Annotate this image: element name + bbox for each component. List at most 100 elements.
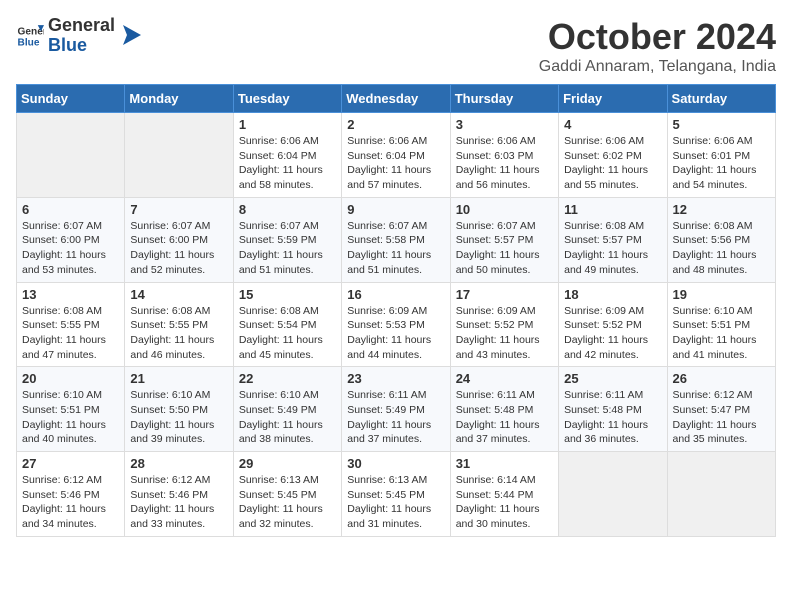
calendar-cell: 1 Sunrise: 6:06 AMSunset: 6:04 PMDaylight… bbox=[233, 113, 341, 198]
arrow-icon bbox=[119, 25, 141, 47]
cell-info: Sunrise: 6:07 AMSunset: 5:58 PMDaylight:… bbox=[347, 219, 444, 278]
calendar-cell: 2Sunrise: 6:06 AMSunset: 6:04 PMDaylight… bbox=[342, 113, 450, 198]
day-number: 29 bbox=[239, 456, 336, 471]
cell-info: Sunrise: 6:10 AMSunset: 5:51 PMDaylight:… bbox=[673, 304, 770, 363]
day-number: 12 bbox=[673, 202, 770, 217]
cell-info: Sunrise: 6:08 AMSunset: 5:57 PMDaylight:… bbox=[564, 219, 661, 278]
calendar-cell bbox=[559, 452, 667, 537]
calendar-week-row: 1 Sunrise: 6:06 AMSunset: 6:04 PMDaylight… bbox=[17, 113, 776, 198]
calendar-cell bbox=[125, 113, 233, 198]
day-number: 1 bbox=[239, 117, 336, 132]
day-number: 25 bbox=[564, 371, 661, 386]
cell-info: Sunrise: 6:07 AMSunset: 6:00 PMDaylight:… bbox=[130, 219, 227, 278]
day-number: 28 bbox=[130, 456, 227, 471]
calendar-week-row: 27 Sunrise: 6:12 AMSunset: 5:46 PMDayligh… bbox=[17, 452, 776, 537]
day-number: 8 bbox=[239, 202, 336, 217]
cell-info: Sunrise: 6:12 AMSunset: 5:46 PMDaylight:… bbox=[130, 473, 227, 532]
cell-info: Sunrise: 6:06 AMSunset: 6:03 PMDaylight:… bbox=[456, 134, 553, 193]
cell-info: Sunrise: 6:06 AMSunset: 6:04 PMDaylight:… bbox=[239, 134, 336, 193]
weekday-header: Wednesday bbox=[342, 85, 450, 113]
calendar-cell: 14 Sunrise: 6:08 AMSunset: 5:55 PMDayligh… bbox=[125, 282, 233, 367]
location-title: Gaddi Annaram, Telangana, India bbox=[539, 58, 776, 76]
day-number: 27 bbox=[22, 456, 119, 471]
calendar-cell: 11 Sunrise: 6:08 AMSunset: 5:57 PMDayligh… bbox=[559, 197, 667, 282]
day-number: 10 bbox=[456, 202, 553, 217]
cell-info: Sunrise: 6:08 AMSunset: 5:55 PMDaylight:… bbox=[130, 304, 227, 363]
cell-info: Sunrise: 6:08 AMSunset: 5:56 PMDaylight:… bbox=[673, 219, 770, 278]
calendar-week-row: 6Sunrise: 6:07 AMSunset: 6:00 PMDaylight… bbox=[17, 197, 776, 282]
month-title: October 2024 bbox=[539, 16, 776, 58]
day-number: 18 bbox=[564, 287, 661, 302]
cell-info: Sunrise: 6:09 AMSunset: 5:52 PMDaylight:… bbox=[456, 304, 553, 363]
day-number: 7 bbox=[130, 202, 227, 217]
calendar-cell: 12 Sunrise: 6:08 AMSunset: 5:56 PMDayligh… bbox=[667, 197, 775, 282]
cell-info: Sunrise: 6:14 AMSunset: 5:44 PMDaylight:… bbox=[456, 473, 553, 532]
calendar-header: SundayMondayTuesdayWednesdayThursdayFrid… bbox=[17, 85, 776, 113]
calendar-week-row: 13 Sunrise: 6:08 AMSunset: 5:55 PMDayligh… bbox=[17, 282, 776, 367]
cell-info: Sunrise: 6:09 AMSunset: 5:52 PMDaylight:… bbox=[564, 304, 661, 363]
weekday-header: Monday bbox=[125, 85, 233, 113]
cell-info: Sunrise: 6:06 AMSunset: 6:01 PMDaylight:… bbox=[673, 134, 770, 193]
cell-info: Sunrise: 6:13 AMSunset: 5:45 PMDaylight:… bbox=[239, 473, 336, 532]
calendar-cell: 19Sunrise: 6:10 AMSunset: 5:51 PMDayligh… bbox=[667, 282, 775, 367]
calendar-cell: 3 Sunrise: 6:06 AMSunset: 6:03 PMDaylight… bbox=[450, 113, 558, 198]
day-number: 26 bbox=[673, 371, 770, 386]
day-number: 24 bbox=[456, 371, 553, 386]
cell-info: Sunrise: 6:10 AMSunset: 5:51 PMDaylight:… bbox=[22, 388, 119, 447]
logo-blue: Blue bbox=[48, 36, 115, 56]
cell-info: Sunrise: 6:11 AMSunset: 5:48 PMDaylight:… bbox=[456, 388, 553, 447]
calendar-cell: 6Sunrise: 6:07 AMSunset: 6:00 PMDaylight… bbox=[17, 197, 125, 282]
calendar-cell bbox=[667, 452, 775, 537]
day-number: 16 bbox=[347, 287, 444, 302]
calendar-cell: 16 Sunrise: 6:09 AMSunset: 5:53 PMDayligh… bbox=[342, 282, 450, 367]
title-area: October 2024 Gaddi Annaram, Telangana, I… bbox=[539, 16, 776, 76]
weekday-header: Friday bbox=[559, 85, 667, 113]
day-number: 13 bbox=[22, 287, 119, 302]
calendar-cell: 9Sunrise: 6:07 AMSunset: 5:58 PMDaylight… bbox=[342, 197, 450, 282]
calendar: SundayMondayTuesdayWednesdayThursdayFrid… bbox=[16, 84, 776, 537]
svg-text:Blue: Blue bbox=[18, 37, 40, 48]
day-number: 4 bbox=[564, 117, 661, 132]
cell-info: Sunrise: 6:10 AMSunset: 5:50 PMDaylight:… bbox=[130, 388, 227, 447]
day-number: 3 bbox=[456, 117, 553, 132]
calendar-cell: 8 Sunrise: 6:07 AMSunset: 5:59 PMDaylight… bbox=[233, 197, 341, 282]
day-number: 14 bbox=[130, 287, 227, 302]
calendar-cell bbox=[17, 113, 125, 198]
weekday-header: Sunday bbox=[17, 85, 125, 113]
day-number: 20 bbox=[22, 371, 119, 386]
cell-info: Sunrise: 6:06 AMSunset: 6:02 PMDaylight:… bbox=[564, 134, 661, 193]
calendar-cell: 28 Sunrise: 6:12 AMSunset: 5:46 PMDayligh… bbox=[125, 452, 233, 537]
calendar-cell: 13Sunrise: 6:08 AMSunset: 5:55 PMDayligh… bbox=[17, 282, 125, 367]
day-number: 21 bbox=[130, 371, 227, 386]
calendar-cell: 18 Sunrise: 6:09 AMSunset: 5:52 PMDayligh… bbox=[559, 282, 667, 367]
cell-info: Sunrise: 6:13 AMSunset: 5:45 PMDaylight:… bbox=[347, 473, 444, 532]
calendar-cell: 23 Sunrise: 6:11 AMSunset: 5:49 PMDayligh… bbox=[342, 367, 450, 452]
cell-info: Sunrise: 6:11 AMSunset: 5:49 PMDaylight:… bbox=[347, 388, 444, 447]
day-number: 31 bbox=[456, 456, 553, 471]
weekday-header: Thursday bbox=[450, 85, 558, 113]
cell-info: Sunrise: 6:12 AMSunset: 5:47 PMDaylight:… bbox=[673, 388, 770, 447]
calendar-cell: 27 Sunrise: 6:12 AMSunset: 5:46 PMDayligh… bbox=[17, 452, 125, 537]
calendar-cell: 21 Sunrise: 6:10 AMSunset: 5:50 PMDayligh… bbox=[125, 367, 233, 452]
cell-info: Sunrise: 6:12 AMSunset: 5:46 PMDaylight:… bbox=[22, 473, 119, 532]
weekday-header: Tuesday bbox=[233, 85, 341, 113]
calendar-cell: 15Sunrise: 6:08 AMSunset: 5:54 PMDayligh… bbox=[233, 282, 341, 367]
calendar-cell: 5Sunrise: 6:06 AMSunset: 6:01 PMDaylight… bbox=[667, 113, 775, 198]
cell-info: Sunrise: 6:07 AMSunset: 5:59 PMDaylight:… bbox=[239, 219, 336, 278]
cell-info: Sunrise: 6:10 AMSunset: 5:49 PMDaylight:… bbox=[239, 388, 336, 447]
day-number: 11 bbox=[564, 202, 661, 217]
cell-info: Sunrise: 6:09 AMSunset: 5:53 PMDaylight:… bbox=[347, 304, 444, 363]
logo-icon: General Blue bbox=[16, 22, 44, 50]
cell-info: Sunrise: 6:11 AMSunset: 5:48 PMDaylight:… bbox=[564, 388, 661, 447]
weekday-header: Saturday bbox=[667, 85, 775, 113]
calendar-cell: 31 Sunrise: 6:14 AMSunset: 5:44 PMDayligh… bbox=[450, 452, 558, 537]
day-number: 23 bbox=[347, 371, 444, 386]
cell-info: Sunrise: 6:06 AMSunset: 6:04 PMDaylight:… bbox=[347, 134, 444, 193]
calendar-cell: 7 Sunrise: 6:07 AMSunset: 6:00 PMDaylight… bbox=[125, 197, 233, 282]
calendar-cell: 30 Sunrise: 6:13 AMSunset: 5:45 PMDayligh… bbox=[342, 452, 450, 537]
calendar-cell: 25 Sunrise: 6:11 AMSunset: 5:48 PMDayligh… bbox=[559, 367, 667, 452]
cell-info: Sunrise: 6:08 AMSunset: 5:54 PMDaylight:… bbox=[239, 304, 336, 363]
day-number: 30 bbox=[347, 456, 444, 471]
calendar-cell: 26 Sunrise: 6:12 AMSunset: 5:47 PMDayligh… bbox=[667, 367, 775, 452]
calendar-cell: 24 Sunrise: 6:11 AMSunset: 5:48 PMDayligh… bbox=[450, 367, 558, 452]
